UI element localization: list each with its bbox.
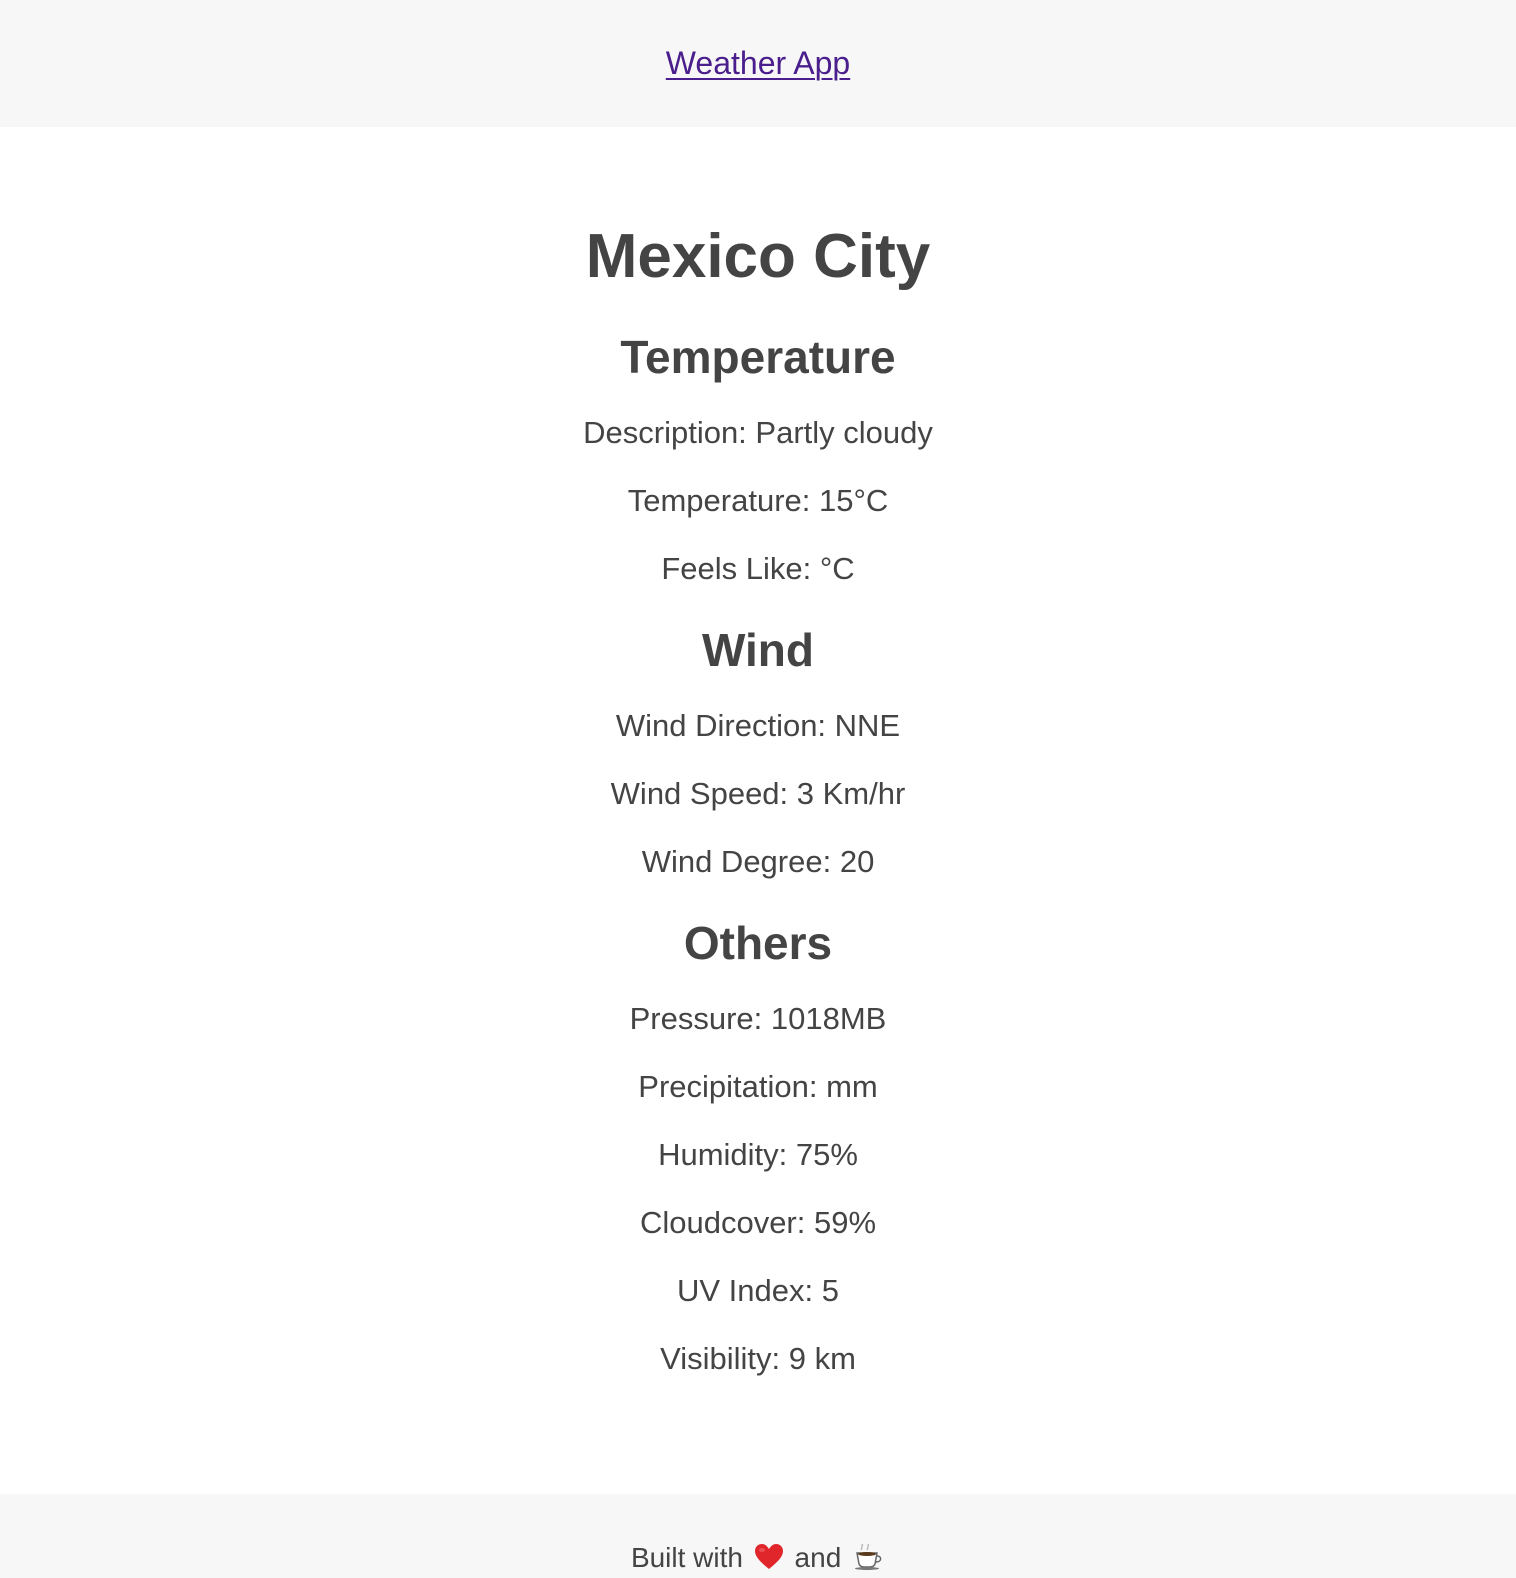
cloudcover-text: Cloudcover: 59% bbox=[639, 1205, 877, 1240]
wind-degree-text: Wind Degree: 20 bbox=[641, 844, 875, 879]
built-with-label: Built with bbox=[630, 1542, 743, 1573]
weather-page: Weather App Mexico City Temperature Desc… bbox=[0, 0, 1516, 1578]
temperature-heading: Temperature bbox=[620, 331, 896, 383]
wind-direction-text: Wind Direction: NNE bbox=[615, 708, 901, 743]
others-heading: Others bbox=[683, 917, 833, 969]
pressure-text: Pressure: 1018MB bbox=[629, 1001, 887, 1036]
weather-app-link[interactable]: Weather App bbox=[666, 45, 850, 82]
wind-heading: Wind bbox=[702, 624, 814, 676]
wind-speed-text: Wind Speed: 3 Km/hr bbox=[610, 776, 906, 811]
uv-index-text: UV Index: 5 bbox=[677, 1273, 839, 1308]
and-label: and bbox=[794, 1542, 842, 1573]
coffee-icon bbox=[855, 1544, 882, 1570]
humidity-text: Humidity: 75% bbox=[658, 1137, 858, 1172]
footer: Built with and bbox=[0, 1494, 1516, 1578]
visibility-text: Visibility: 9 km bbox=[660, 1341, 856, 1376]
top-header: Weather App bbox=[0, 0, 1516, 127]
temperature-text: Temperature: 15°C bbox=[627, 483, 889, 518]
feels-like-text: Feels Like: °C bbox=[661, 551, 855, 586]
city-title: Mexico City bbox=[585, 222, 931, 291]
weather-details: Mexico City Temperature Description: Par… bbox=[0, 127, 1516, 1378]
description-text: Description: Partly cloudy bbox=[583, 415, 933, 450]
built-with-line: Built with and bbox=[0, 1540, 1516, 1576]
precipitation-text: Precipitation: mm bbox=[638, 1069, 878, 1104]
heart-icon bbox=[754, 1544, 783, 1569]
